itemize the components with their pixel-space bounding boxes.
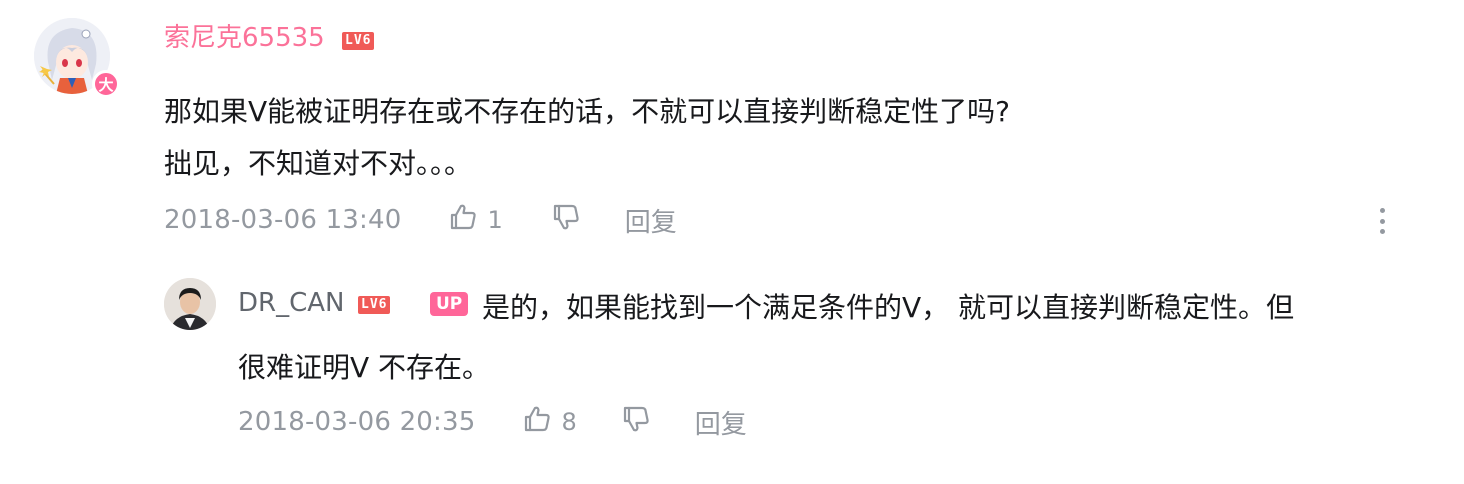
comment-content: 那如果V能被证明存在或不存在的话，不就可以直接判断稳定性了吗? 拙见，不知道对不…: [164, 86, 1384, 190]
comment-thread: 大 索尼克65535 LV6 那如果V能被证明存在或不存在的话，不就可以直接判断…: [0, 0, 1464, 484]
thumbs-down-icon: [551, 202, 581, 239]
comment-line: 那如果V能被证明存在或不存在的话，不就可以直接判断稳定性了吗?: [164, 95, 1011, 128]
more-dot: [1379, 229, 1385, 234]
more-vertical-icon[interactable]: [1372, 206, 1392, 236]
reply-like-count: 8: [561, 408, 577, 436]
thumbs-up-icon: [448, 202, 478, 239]
reply-content: 是的，如果能找到一个满足条件的V， 就可以直接判断稳定性。但 很难证明V 不存在…: [238, 278, 1438, 398]
like-count: 1: [487, 206, 503, 234]
vip-badge: 大: [92, 70, 120, 98]
reply-avatar[interactable]: [164, 278, 216, 330]
comment-timestamp: 2018-03-06 13:40: [164, 205, 402, 235]
like-button[interactable]: 1: [448, 202, 503, 239]
reply-timestamp: 2018-03-06 20:35: [238, 407, 476, 437]
comment-line: 拙见，不知道对不对。。。: [164, 147, 473, 180]
comment-username[interactable]: 索尼克65535: [164, 23, 325, 53]
more-dot: [1379, 208, 1385, 213]
reply-line: 很难证明V 不存在。: [238, 351, 491, 384]
thumbs-down-icon: [621, 404, 651, 441]
reply-line: 是的，如果能找到一个满足条件的V， 就可以直接判断稳定性。但: [482, 291, 1295, 324]
reply-reply-button[interactable]: 回复: [695, 404, 747, 441]
thumbs-up-icon: [522, 404, 552, 441]
more-dot: [1379, 218, 1385, 224]
user-level-badge: LV6: [342, 32, 375, 50]
user-avatar[interactable]: 大: [30, 14, 120, 98]
comment-meta: 2018-03-06 13:40 1 回复: [164, 200, 677, 240]
dislike-button[interactable]: [551, 202, 581, 239]
reply-button[interactable]: 回复: [625, 202, 677, 239]
reply-like-button[interactable]: 8: [522, 404, 577, 441]
reply-meta: 2018-03-06 20:35 8 回复: [238, 402, 747, 442]
reply-dislike-button[interactable]: [621, 404, 651, 441]
